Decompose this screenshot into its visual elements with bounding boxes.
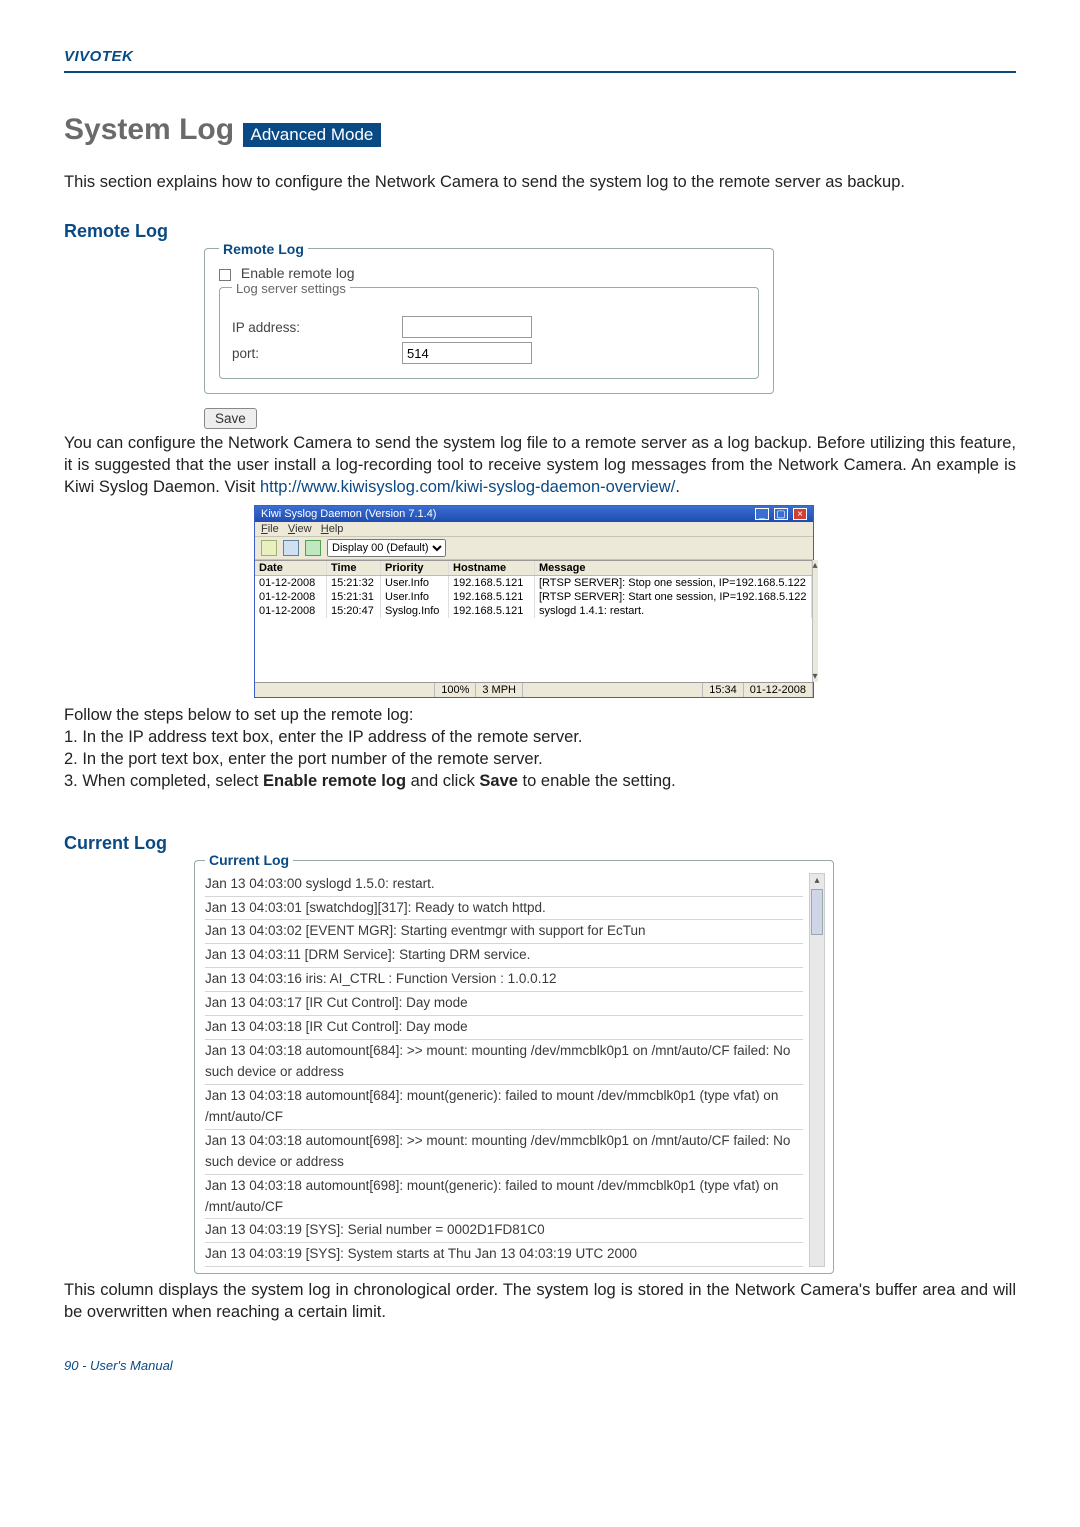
- brand-label: VIVOTEK: [64, 48, 1016, 65]
- menu-view[interactable]: View: [288, 523, 312, 535]
- ip-address-label: IP address:: [232, 320, 402, 335]
- log-line: Jan 13 04:03:19 [SYS]: Serial number = 0…: [205, 1219, 803, 1243]
- current-log-legend: Current Log: [205, 852, 293, 868]
- follow-lead: Follow the steps below to set up the rem…: [64, 704, 1016, 726]
- log-line: Jan 13 04:03:11 [DRM Service]: Starting …: [205, 944, 803, 968]
- log-server-settings-fieldset: Log server settings IP address: port:: [219, 287, 759, 379]
- kiwi-log-table: Date Time Priority Hostname Message 01-1…: [255, 560, 812, 682]
- save-button[interactable]: Save: [204, 408, 257, 429]
- config-paragraph: You can configure the Network Camera to …: [64, 433, 1016, 498]
- log-line: Jan 13 04:03:18 [IR Cut Control]: Day mo…: [205, 1016, 803, 1040]
- kiwi-window-title: Kiwi Syslog Daemon (Version 7.1.4): [261, 508, 436, 520]
- col-time: Time: [327, 561, 381, 575]
- remote-log-heading: Remote Log: [64, 221, 1016, 242]
- log-line: Jan 13 04:03:01 [swatchdog][317]: Ready …: [205, 897, 803, 921]
- header-rule: [64, 71, 1016, 73]
- toolbar-icon-1[interactable]: [261, 540, 277, 556]
- menu-file[interactable]: FFileile: [261, 523, 279, 535]
- footer-paragraph: This column displays the system log in c…: [64, 1280, 1016, 1324]
- col-message: Message: [535, 561, 812, 575]
- enable-remote-log-label: Enable remote log: [241, 265, 355, 281]
- kiwi-link[interactable]: http://www.kiwisyslog.com/kiwi-syslog-da…: [260, 478, 675, 496]
- toolbar-icon-3[interactable]: [305, 540, 321, 556]
- scroll-up-icon[interactable]: ▴: [814, 874, 819, 887]
- scroll-down-icon[interactable]: ▾: [813, 671, 818, 682]
- status-time: 15:34: [703, 683, 744, 697]
- log-line: Jan 13 04:03:18 automount[698]: >> mount…: [205, 1130, 803, 1175]
- port-input[interactable]: [402, 342, 532, 364]
- ip-address-input[interactable]: [402, 316, 532, 338]
- log-line: Jan 13 04:03:02 [EVENT MGR]: Starting ev…: [205, 920, 803, 944]
- table-row: 01-12-2008 15:21:32 User.Info 192.168.5.…: [255, 576, 812, 590]
- status-pct: 100%: [435, 683, 476, 697]
- display-select[interactable]: Display 00 (Default): [327, 539, 446, 557]
- kiwi-menu-bar: FFileile View Help: [255, 522, 813, 536]
- log-line: Jan 13 04:03:18 automount[684]: mount(ge…: [205, 1085, 803, 1130]
- minimize-icon[interactable]: _: [755, 508, 769, 520]
- config-text-2: .: [675, 478, 680, 496]
- page-footer: 90 - User's Manual: [64, 1358, 1016, 1373]
- current-log-scrollbar[interactable]: ▴: [809, 873, 825, 1268]
- menu-help[interactable]: Help: [321, 523, 344, 535]
- scroll-up-icon[interactable]: ▴: [813, 560, 818, 571]
- log-line: Jan 13 04:03:18 automount[698]: mount(ge…: [205, 1175, 803, 1220]
- status-date: 01-12-2008: [744, 683, 813, 697]
- intro-paragraph: This section explains how to configure t…: [64, 171, 1016, 193]
- page-title: System Log: [64, 113, 234, 146]
- remote-log-legend: Remote Log: [219, 241, 308, 257]
- table-row: 01-12-2008 15:21:31 User.Info 192.168.5.…: [255, 590, 812, 604]
- mode-badge: Advanced Mode: [243, 123, 382, 147]
- log-line: Jan 13 04:03:17 [IR Cut Control]: Day mo…: [205, 992, 803, 1016]
- port-label: port:: [232, 346, 402, 361]
- scroll-thumb[interactable]: [811, 889, 823, 935]
- log-line: Jan 13 04:03:19 [SYS]: System starts at …: [205, 1243, 803, 1267]
- log-line: Jan 13 04:03:18 automount[684]: >> mount…: [205, 1040, 803, 1085]
- toolbar-icon-2[interactable]: [283, 540, 299, 556]
- kiwi-window: Kiwi Syslog Daemon (Version 7.1.4) _ ▢ ×…: [254, 505, 814, 698]
- current-log-panel: Current Log Jan 13 04:03:00 syslogd 1.5.…: [194, 860, 834, 1275]
- close-icon[interactable]: ×: [793, 508, 807, 520]
- current-log-heading: Current Log: [64, 833, 1016, 854]
- col-date: Date: [255, 561, 327, 575]
- log-line: Jan 13 04:03:16 iris: AI_CTRL : Function…: [205, 968, 803, 992]
- follow-step-3: 3. When completed, select Enable remote …: [64, 770, 1016, 792]
- kiwi-scrollbar[interactable]: ▴ ▾: [812, 560, 818, 682]
- follow-step-2: 2. In the port text box, enter the port …: [64, 748, 1016, 770]
- log-line: Jan 13 04:03:00 syslogd 1.5.0: restart.: [205, 873, 803, 897]
- col-hostname: Hostname: [449, 561, 535, 575]
- status-mph: 3 MPH: [476, 683, 523, 697]
- log-server-settings-legend: Log server settings: [232, 281, 350, 296]
- col-priority: Priority: [381, 561, 449, 575]
- remote-log-fieldset: Remote Log Enable remote log Log server …: [204, 248, 774, 394]
- follow-step-1: 1. In the IP address text box, enter the…: [64, 726, 1016, 748]
- maximize-icon[interactable]: ▢: [774, 508, 788, 520]
- enable-remote-log-checkbox[interactable]: [219, 269, 231, 281]
- table-row: 01-12-2008 15:20:47 Syslog.Info 192.168.…: [255, 604, 812, 618]
